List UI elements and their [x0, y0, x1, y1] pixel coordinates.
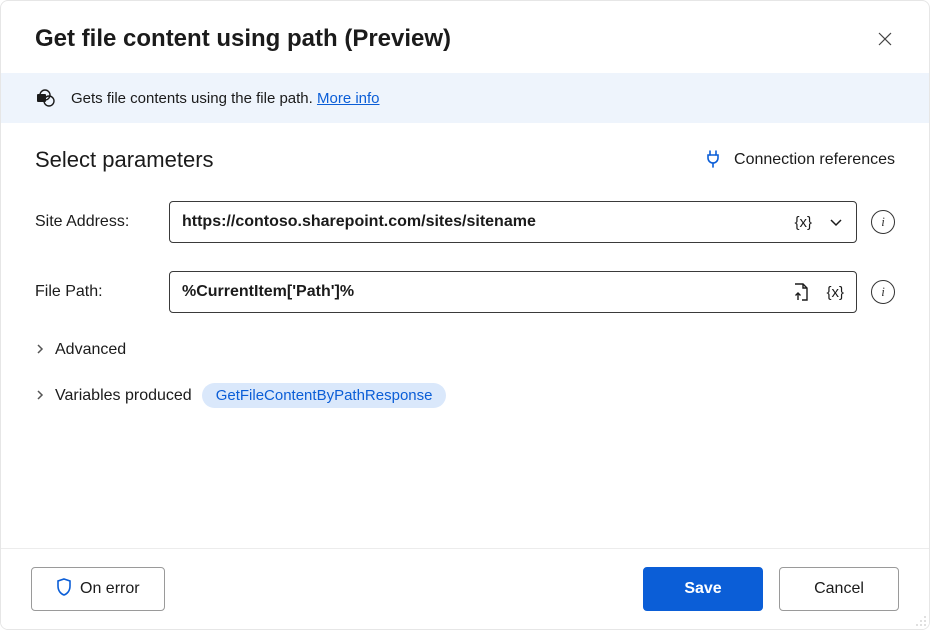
on-error-label: On error — [80, 580, 140, 598]
connection-references-button[interactable]: Connection references — [704, 148, 895, 173]
sharepoint-icon: S — [35, 87, 57, 109]
dialog-body: Select parameters Connection references … — [1, 123, 929, 548]
footer-actions: Save Cancel — [643, 567, 899, 611]
variables-produced-label: Variables produced — [55, 387, 192, 405]
info-bar: S Gets file contents using the file path… — [1, 73, 929, 123]
site-address-value[interactable] — [182, 213, 790, 231]
svg-text:S: S — [40, 95, 44, 103]
close-button[interactable] — [871, 25, 899, 53]
variable-token-button[interactable]: {x} — [822, 282, 848, 303]
info-text-body: Gets file contents using the file path. — [71, 90, 317, 107]
advanced-expander[interactable]: Advanced — [35, 341, 895, 359]
info-text: Gets file contents using the file path. … — [71, 90, 380, 107]
shield-icon — [56, 578, 72, 601]
connection-references-label: Connection references — [734, 151, 895, 169]
chevron-right-icon — [35, 389, 45, 403]
chevron-down-icon — [828, 214, 844, 230]
more-info-link[interactable]: More info — [317, 90, 380, 107]
close-icon — [877, 31, 893, 47]
chevron-right-icon — [35, 343, 45, 357]
on-error-button[interactable]: On error — [31, 567, 165, 611]
site-address-row: Site Address: {x} i — [35, 201, 895, 243]
variable-token-button[interactable]: {x} — [790, 212, 816, 233]
info-icon[interactable]: i — [871, 280, 895, 304]
cancel-button[interactable]: Cancel — [779, 567, 899, 611]
dropdown-button[interactable] — [824, 212, 848, 232]
dialog-header: Get file content using path (Preview) — [1, 1, 929, 73]
dialog-title: Get file content using path (Preview) — [35, 25, 451, 53]
file-path-label: File Path: — [35, 283, 153, 301]
dialog-footer: On error Save Cancel — [1, 548, 929, 629]
plug-icon — [704, 148, 722, 173]
save-button[interactable]: Save — [643, 567, 763, 611]
advanced-label: Advanced — [55, 341, 126, 359]
resize-grip-icon[interactable] — [913, 613, 927, 627]
variables-produced-expander[interactable]: Variables produced GetFileContentByPathR… — [35, 383, 895, 408]
file-path-input[interactable]: {x} — [169, 271, 857, 313]
section-title: Select parameters — [35, 147, 214, 173]
file-path-row: File Path: {x} i — [35, 271, 895, 313]
info-icon[interactable]: i — [871, 210, 895, 234]
section-header-row: Select parameters Connection references — [35, 147, 895, 173]
file-picker-button[interactable] — [788, 280, 814, 304]
file-path-value[interactable] — [182, 283, 788, 301]
site-address-label: Site Address: — [35, 213, 153, 231]
site-address-input[interactable]: {x} — [169, 201, 857, 243]
file-arrow-icon — [792, 282, 810, 302]
variable-chip[interactable]: GetFileContentByPathResponse — [202, 383, 447, 408]
dialog: Get file content using path (Preview) S … — [0, 0, 930, 630]
